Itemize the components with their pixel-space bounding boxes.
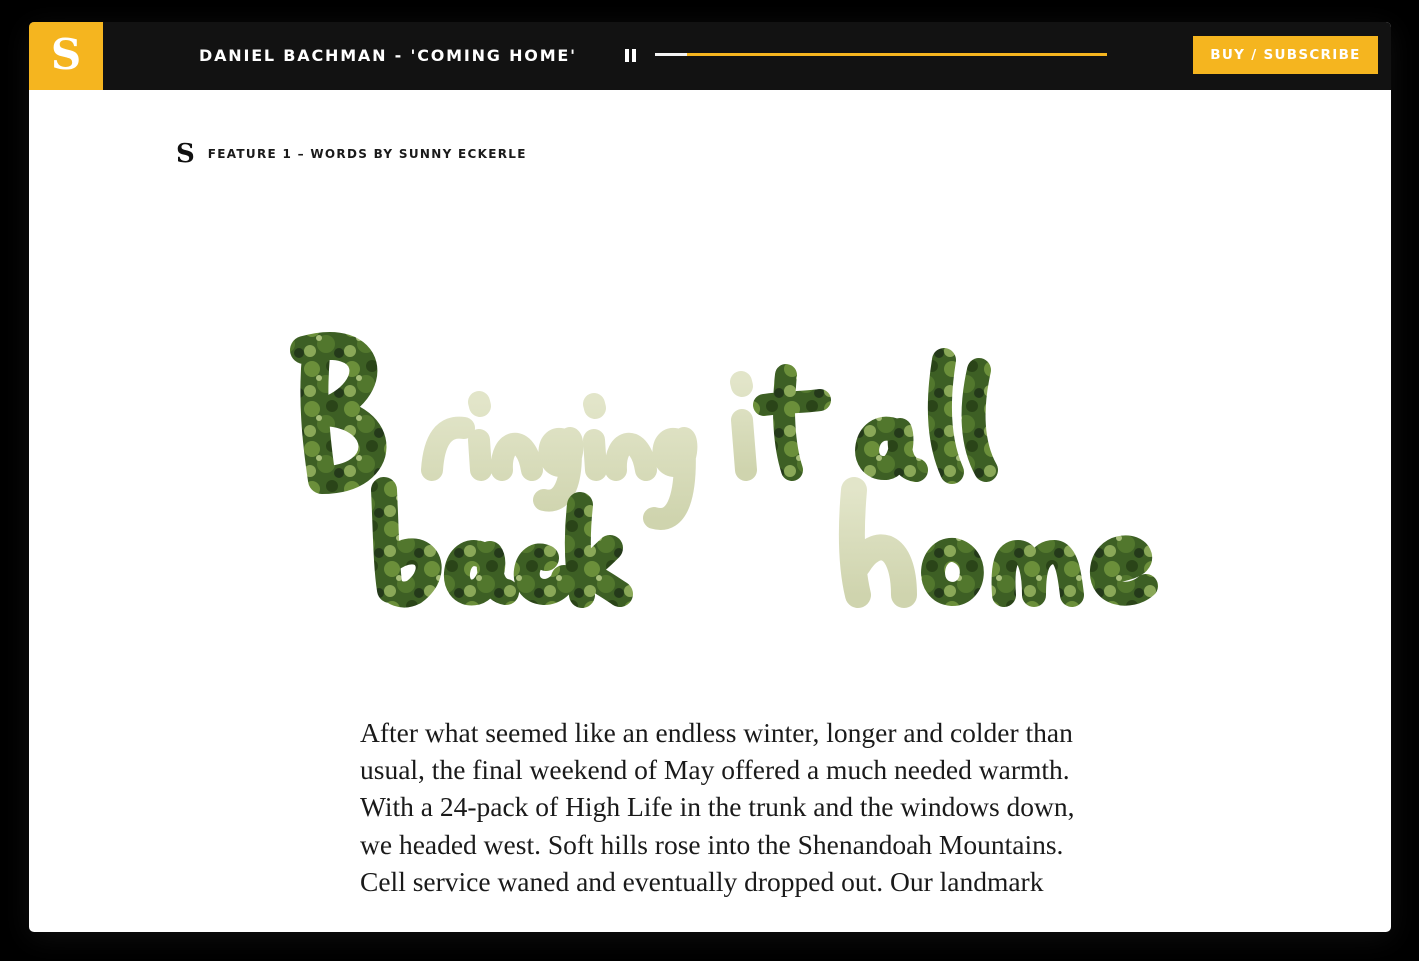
audio-player-bar: S DANIEL BACHMAN - 'COMING HOME' BUY / S… <box>29 22 1391 90</box>
hero-letters-ringing <box>421 391 698 530</box>
hero-title-artwork <box>290 332 1158 608</box>
hero-letters-t <box>753 364 831 481</box>
feature-byline: S FEATURE 1 – WORDS BY SUNNY ECKERLE <box>176 141 527 167</box>
pause-icon[interactable] <box>625 49 637 63</box>
buy-subscribe-button[interactable]: BUY / SUBSCRIBE <box>1193 36 1378 74</box>
hero-letters-ome <box>921 535 1158 607</box>
hero-letters-all <box>855 348 998 484</box>
site-logo[interactable]: S <box>29 22 103 90</box>
hero-letters-back <box>371 477 633 608</box>
hero-letters-it <box>730 371 757 481</box>
article-paragraph: After what seemed like an endless winter… <box>360 717 1075 897</box>
logo-letter: S <box>50 30 82 79</box>
hero-letters-home <box>838 477 917 608</box>
byline-logo: S <box>176 139 195 169</box>
audio-progress-fill <box>655 53 687 56</box>
byline-text: FEATURE 1 – WORDS BY SUNNY ECKERLE <box>207 147 527 161</box>
audio-progress-bar[interactable] <box>655 53 1107 56</box>
browser-viewport: S DANIEL BACHMAN - 'COMING HOME' BUY / S… <box>29 22 1391 932</box>
now-playing-title: DANIEL BACHMAN - 'COMING HOME' <box>199 46 577 65</box>
hero-letter-b <box>290 332 387 494</box>
article-body: After what seemed like an endless winter… <box>360 714 1080 900</box>
